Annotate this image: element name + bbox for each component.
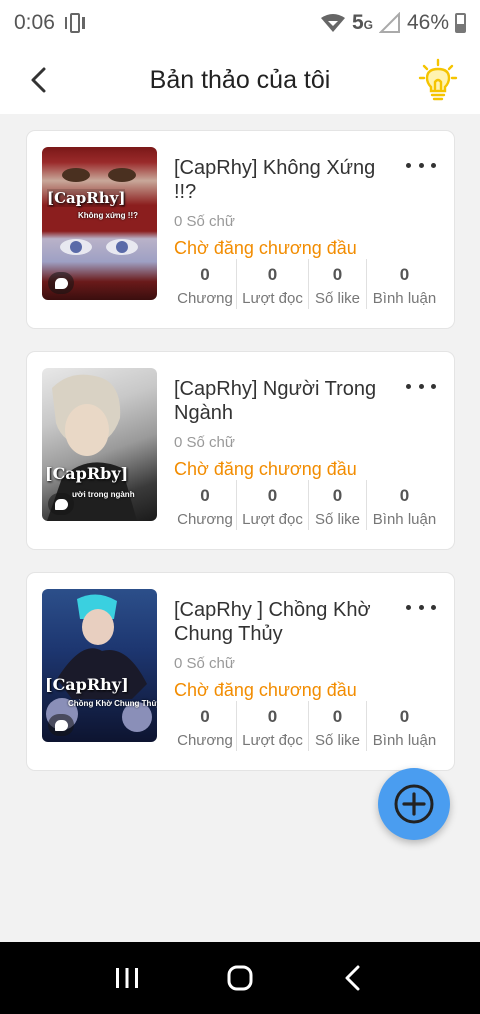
stat-likes: 0 Số like bbox=[308, 701, 366, 751]
story-stats: 0 Chương 0 Lượt đọc 0 Số like 0 Bình luận bbox=[174, 701, 442, 751]
stat-label: Lượt đọc bbox=[242, 732, 303, 749]
stat-value: 0 bbox=[332, 265, 343, 284]
more-options-button[interactable] bbox=[406, 378, 436, 394]
stat-value: 0 bbox=[332, 486, 343, 505]
status-time: 0:06 bbox=[14, 11, 55, 34]
page-title: Bản thảo của tôi bbox=[149, 65, 331, 94]
stat-label: Số like bbox=[314, 511, 361, 528]
back-button[interactable] bbox=[20, 62, 56, 98]
signal-icon bbox=[378, 12, 400, 33]
vibrate-icon bbox=[63, 12, 87, 34]
stat-label: Số like bbox=[314, 732, 361, 749]
story-title[interactable]: [CapRhy ] Chồng Khờ Chung Thủy bbox=[174, 598, 394, 646]
stat-value: 0 bbox=[200, 486, 210, 505]
stat-value: 0 bbox=[200, 707, 210, 726]
story-stats: 0 Chương 0 Lượt đọc 0 Số like 0 Bình luận bbox=[174, 259, 442, 309]
network-type: 5G bbox=[351, 11, 373, 34]
status-label: Chờ đăng chương đầu bbox=[174, 680, 357, 700]
back-arrow-icon bbox=[345, 965, 360, 991]
hint-button[interactable] bbox=[418, 58, 458, 102]
stat-label: Số like bbox=[314, 290, 361, 307]
comment-badge bbox=[48, 272, 74, 294]
stat-likes: 0 Số like bbox=[308, 259, 366, 309]
home-button[interactable] bbox=[218, 956, 262, 1000]
stat-reads: 0 Lượt đọc bbox=[236, 701, 308, 751]
cover-subtitle: ười trong ngành bbox=[72, 490, 135, 499]
cover-title: [CapRhy] bbox=[47, 189, 126, 207]
stat-label: Lượt đọc bbox=[242, 290, 303, 307]
wifi-icon bbox=[320, 14, 345, 32]
stat-value: 0 bbox=[399, 265, 410, 284]
system-nav-bar bbox=[0, 942, 480, 1014]
stat-label: Bình luận bbox=[372, 511, 437, 528]
stat-value: 0 bbox=[267, 265, 278, 284]
cover-title: [CapRby] bbox=[45, 464, 129, 483]
comment-badge bbox=[48, 714, 74, 736]
story-stats: 0 Chương 0 Lượt đọc 0 Số like 0 Bình luận bbox=[174, 480, 442, 530]
chat-bubble-icon bbox=[54, 498, 68, 510]
plus-icon bbox=[394, 784, 434, 824]
stat-reads: 0 Lượt đọc bbox=[236, 259, 308, 309]
recent-apps-button[interactable] bbox=[105, 956, 149, 1000]
stat-value: 0 bbox=[200, 265, 210, 284]
word-count: 0 Số chữ bbox=[174, 655, 235, 672]
chevron-left-icon bbox=[31, 67, 46, 93]
status-label: Chờ đăng chương đầu bbox=[174, 459, 357, 479]
story-cover[interactable]: [CapRby] ười trong ngành bbox=[42, 368, 157, 521]
stat-label: Bình luận bbox=[372, 290, 437, 307]
story-title[interactable]: [CapRhy] Người Trong Ngành bbox=[174, 377, 394, 425]
stat-reads: 0 Lượt đọc bbox=[236, 480, 308, 530]
stat-label: Chương bbox=[177, 511, 233, 528]
stat-comments: 0 Bình luận bbox=[366, 701, 442, 751]
stat-label: Lượt đọc bbox=[242, 511, 303, 528]
story-card[interactable]: [CapRhy] Không xứng !!? [CapRhy] Không X… bbox=[26, 130, 455, 329]
stat-chapters: 0 Chương bbox=[174, 259, 236, 309]
stat-comments: 0 Bình luận bbox=[366, 259, 442, 309]
stat-value: 0 bbox=[332, 707, 343, 726]
more-options-button[interactable] bbox=[406, 599, 436, 615]
stat-comments: 0 Bình luận bbox=[366, 480, 442, 530]
cover-title: [CapRhy] bbox=[45, 675, 129, 694]
comment-badge bbox=[48, 493, 74, 515]
status-label: Chờ đăng chương đầu bbox=[174, 238, 357, 258]
story-cover[interactable]: [CapRhy] Không xứng !!? bbox=[42, 147, 157, 300]
chat-bubble-icon bbox=[54, 719, 68, 731]
chat-bubble-icon bbox=[54, 277, 68, 289]
recent-apps-icon bbox=[115, 968, 138, 988]
cover-subtitle: Không xứng !!? bbox=[78, 211, 138, 220]
system-back-button[interactable] bbox=[331, 956, 375, 1000]
stat-label: Chương bbox=[177, 290, 233, 307]
stat-chapters: 0 Chương bbox=[174, 480, 236, 530]
app-header: Bản thảo của tôi bbox=[0, 46, 480, 114]
stat-label: Bình luận bbox=[372, 732, 437, 749]
battery-percent: 46% bbox=[406, 11, 449, 34]
more-horizontal-icon bbox=[406, 604, 411, 610]
story-title[interactable]: [CapRhy] Không Xứng !!? bbox=[174, 156, 394, 204]
more-horizontal-icon bbox=[406, 162, 411, 168]
stat-value: 0 bbox=[399, 486, 410, 505]
word-count: 0 Số chữ bbox=[174, 213, 235, 230]
stat-value: 0 bbox=[267, 486, 278, 505]
stat-value: 0 bbox=[399, 707, 410, 726]
story-cover[interactable]: [CapRhy] Chồng Khờ Chung Thủy bbox=[42, 589, 157, 742]
stat-label: Chương bbox=[177, 732, 233, 749]
more-horizontal-icon bbox=[406, 383, 411, 389]
stat-likes: 0 Số like bbox=[308, 480, 366, 530]
stat-value: 0 bbox=[267, 707, 278, 726]
add-story-button[interactable] bbox=[378, 768, 450, 840]
story-card[interactable]: [CapRby] ười trong ngành [CapRhy] Người … bbox=[26, 351, 455, 550]
story-card[interactable]: [CapRhy] Chồng Khờ Chung Thủy [CapRhy ] … bbox=[26, 572, 455, 771]
battery-icon bbox=[455, 13, 466, 33]
lightbulb-icon bbox=[418, 58, 458, 101]
story-list: [CapRhy] Không xứng !!? [CapRhy] Không X… bbox=[26, 130, 455, 793]
status-bar: 0:06 5G 46% bbox=[0, 0, 480, 46]
cover-subtitle: Chồng Khờ Chung Thủy bbox=[68, 699, 157, 708]
home-icon bbox=[227, 965, 253, 991]
more-options-button[interactable] bbox=[406, 157, 436, 173]
stat-chapters: 0 Chương bbox=[174, 701, 236, 751]
word-count: 0 Số chữ bbox=[174, 434, 235, 451]
